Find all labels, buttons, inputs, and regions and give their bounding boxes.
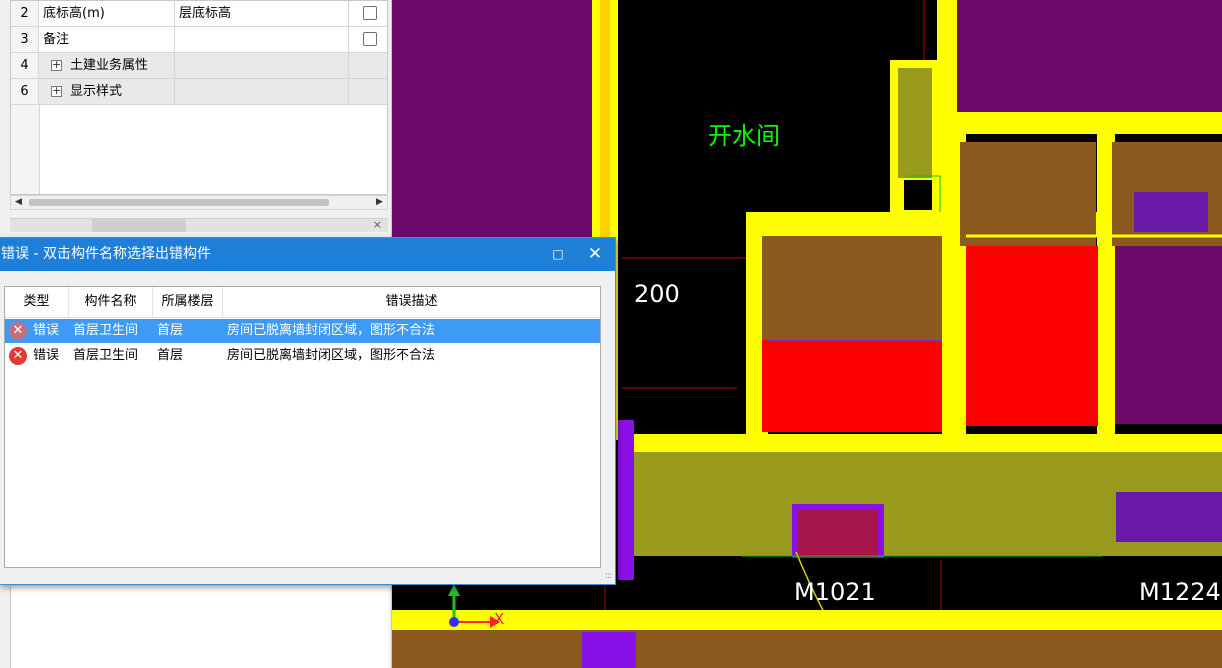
dimension-text: 200 <box>634 280 680 308</box>
room-red-right <box>966 246 1098 426</box>
error-row[interactable]: ✕ 错误 首层卫生间 首层 房间已脱离墙封闭区域，图形不合法 <box>5 344 600 368</box>
row-number: 2 <box>11 1 39 26</box>
error-icon: ✕ <box>9 322 27 340</box>
expand-icon[interactable]: + <box>51 85 62 97</box>
property-row-bottom-elevation[interactable]: 2 底标高(m) 层底标高 <box>11 1 387 27</box>
property-checkbox[interactable] <box>363 6 377 20</box>
slab-bottom <box>392 630 1222 668</box>
horizontal-scrollbar[interactable]: ◀ ▶ <box>10 195 388 210</box>
error-row[interactable]: ✕ 错误 首层卫生间 首层 房间已脱离墙封闭区域，图形不合法 <box>5 319 600 343</box>
property-group-label: 显示样式 <box>70 84 123 99</box>
property-checkbox-cell <box>349 53 387 78</box>
row-number: 6 <box>11 79 39 104</box>
property-row-remark[interactable]: 3 备注 <box>11 27 387 53</box>
error-icon: ✕ <box>9 347 27 365</box>
wall-upper-horizontal <box>955 112 1222 134</box>
door-frame-right <box>878 504 884 558</box>
door-opening-m1021 <box>792 504 884 558</box>
door-opening-m1224 <box>1116 492 1222 542</box>
property-group-display-style[interactable]: 6 + 显示样式 <box>11 79 387 105</box>
error-list-header: 类型 构件名称 所属楼层 错误描述 <box>5 287 600 318</box>
resize-grip-icon[interactable]: ::: <box>605 571 612 581</box>
component-name[interactable]: 首层卫生间 <box>73 319 138 343</box>
room-brown-upper <box>960 142 1096 246</box>
close-icon[interactable]: ✕ <box>581 238 609 271</box>
error-type: 错误 <box>33 348 60 363</box>
door-frame-left <box>792 504 798 558</box>
column-header-floor[interactable]: 所属楼层 <box>153 287 223 317</box>
violet-column-left <box>618 420 634 580</box>
room-brown-left <box>762 236 942 340</box>
floor-name: 首层 <box>157 348 184 363</box>
lower-panel-area <box>10 586 389 668</box>
pier-void <box>904 180 932 210</box>
room-label-kaishuijian: 开水间 <box>708 122 780 150</box>
property-name: 备注 <box>39 27 175 52</box>
property-checkbox-cell <box>349 79 387 104</box>
error-dialog: 错误 - 双击构件名称选择出错构件 □ ✕ 类型 构件名称 所属楼层 错误描述 … <box>0 237 616 585</box>
axis-x-label: X <box>494 610 505 628</box>
column-header-type[interactable]: 类型 <box>5 287 69 317</box>
property-value[interactable] <box>175 27 349 52</box>
property-group-civil-business[interactable]: 4 + 土建业务属性 <box>11 53 387 79</box>
component-name[interactable]: 首层卫生间 <box>73 344 138 368</box>
property-value[interactable]: 层底标高 <box>175 1 349 26</box>
property-checkbox[interactable] <box>363 32 377 46</box>
room-red-left <box>762 340 942 432</box>
row-number-gutter <box>11 105 40 194</box>
door-label-m1224: M1224 <box>1139 578 1221 606</box>
sub-panel-bar: × <box>10 218 388 232</box>
door-label-m1021: M1021 <box>794 578 876 606</box>
floor-name: 首层 <box>157 323 184 338</box>
row-number: 4 <box>11 53 39 78</box>
column-header-name[interactable]: 构件名称 <box>69 287 153 317</box>
column-header-description[interactable]: 错误描述 <box>223 287 600 317</box>
property-name: 底标高(m) <box>39 1 175 26</box>
row-number: 3 <box>11 27 39 52</box>
purple-slab-right <box>1114 246 1222 424</box>
axis-origin-icon <box>449 617 459 627</box>
error-type: 错误 <box>33 323 60 338</box>
property-value <box>175 53 349 78</box>
property-group-name: + 显示样式 <box>39 79 175 104</box>
expand-icon[interactable]: + <box>51 59 62 71</box>
close-icon[interactable]: × <box>373 218 382 231</box>
violet-block-right <box>1134 192 1208 232</box>
property-group-name: + 土建业务属性 <box>39 53 175 78</box>
property-group-label: 土建业务属性 <box>70 58 149 73</box>
door-frame-top <box>792 504 884 510</box>
scroll-right-icon[interactable]: ▶ <box>372 196 387 209</box>
property-grid: 2 底标高(m) 层底标高 3 备注 4 + 土建业务属性 6 + 显示样式 <box>10 0 388 195</box>
maximize-icon[interactable]: □ <box>545 238 571 271</box>
property-checkbox-cell <box>349 27 387 52</box>
violet-column-bottom <box>582 632 636 668</box>
dialog-titlebar[interactable]: 错误 - 双击构件名称选择出错构件 □ ✕ <box>0 238 615 271</box>
olive-column <box>898 68 932 178</box>
error-description: 房间已脱离墙封闭区域，图形不合法 <box>227 348 436 363</box>
sub-panel-tab[interactable] <box>92 219 186 232</box>
property-checkbox-cell <box>349 1 387 26</box>
dialog-title: 错误 - 双击构件名称选择出错构件 <box>1 246 211 262</box>
error-list[interactable]: 类型 构件名称 所属楼层 错误描述 ✕ 错误 首层卫生间 首层 房间已脱离墙封闭… <box>4 286 601 568</box>
purple-slab-top-right <box>955 0 1222 112</box>
axis-y-arrow-icon <box>448 584 460 596</box>
error-description: 房间已脱离墙封闭区域，图形不合法 <box>227 323 436 338</box>
scroll-thumb[interactable] <box>29 199 329 206</box>
scroll-left-icon[interactable]: ◀ <box>11 196 26 209</box>
property-value <box>175 79 349 104</box>
